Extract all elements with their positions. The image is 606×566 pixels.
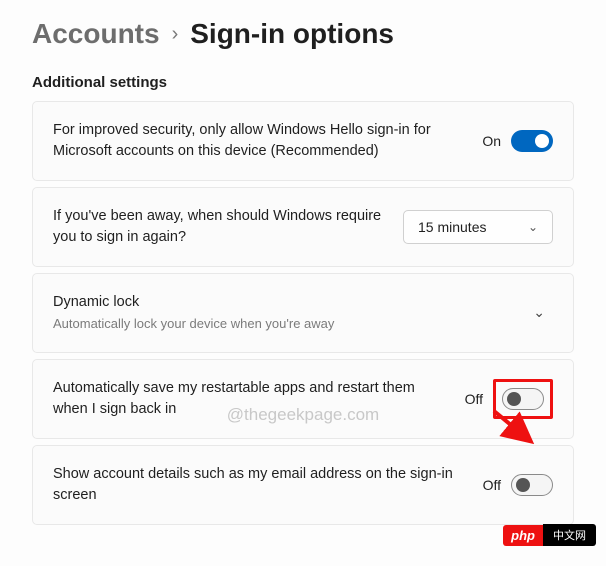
chevron-right-icon: ›: [172, 23, 179, 46]
breadcrumb-current: Sign-in options: [190, 18, 394, 50]
row-require-signin: If you've been away, when should Windows…: [32, 187, 574, 267]
section-title: Additional settings: [0, 58, 606, 101]
breadcrumb: Accounts › Sign-in options: [0, 0, 606, 58]
row-restartable-apps-state: Off: [465, 391, 483, 407]
row-dynamic-lock[interactable]: Dynamic lock Automatically lock your dev…: [32, 273, 574, 353]
annotation-highlight: [493, 379, 553, 419]
row-restartable-apps-text: Automatically save my restartable apps a…: [53, 378, 445, 420]
row-show-account-details: Show account details such as my email ad…: [32, 445, 574, 525]
php-badge-right: 中文网: [543, 524, 596, 546]
php-badge-left: php: [503, 525, 543, 546]
php-badge: php 中文网: [503, 524, 596, 546]
row-windows-hello-state: On: [482, 133, 501, 149]
row-dynamic-lock-subtitle: Automatically lock your device when you'…: [53, 315, 505, 334]
toggle-show-account-details[interactable]: [511, 474, 553, 496]
row-windows-hello-text: For improved security, only allow Window…: [53, 120, 462, 162]
chevron-down-icon[interactable]: ⌄: [525, 300, 553, 325]
row-dynamic-lock-title: Dynamic lock: [53, 292, 505, 313]
chevron-down-icon: ⌄: [528, 220, 538, 234]
select-require-signin[interactable]: 15 minutes ⌄: [403, 210, 553, 244]
row-dynamic-lock-text: Dynamic lock Automatically lock your dev…: [53, 292, 505, 334]
row-require-signin-text: If you've been away, when should Windows…: [53, 206, 383, 248]
row-show-account-details-text: Show account details such as my email ad…: [53, 464, 463, 506]
toggle-restartable-apps[interactable]: [502, 388, 544, 410]
row-windows-hello: For improved security, only allow Window…: [32, 101, 574, 181]
select-require-signin-value: 15 minutes: [418, 219, 486, 235]
row-show-account-details-state: Off: [483, 477, 501, 493]
breadcrumb-parent-link[interactable]: Accounts: [32, 18, 160, 50]
toggle-windows-hello[interactable]: [511, 130, 553, 152]
row-restartable-apps: Automatically save my restartable apps a…: [32, 359, 574, 439]
